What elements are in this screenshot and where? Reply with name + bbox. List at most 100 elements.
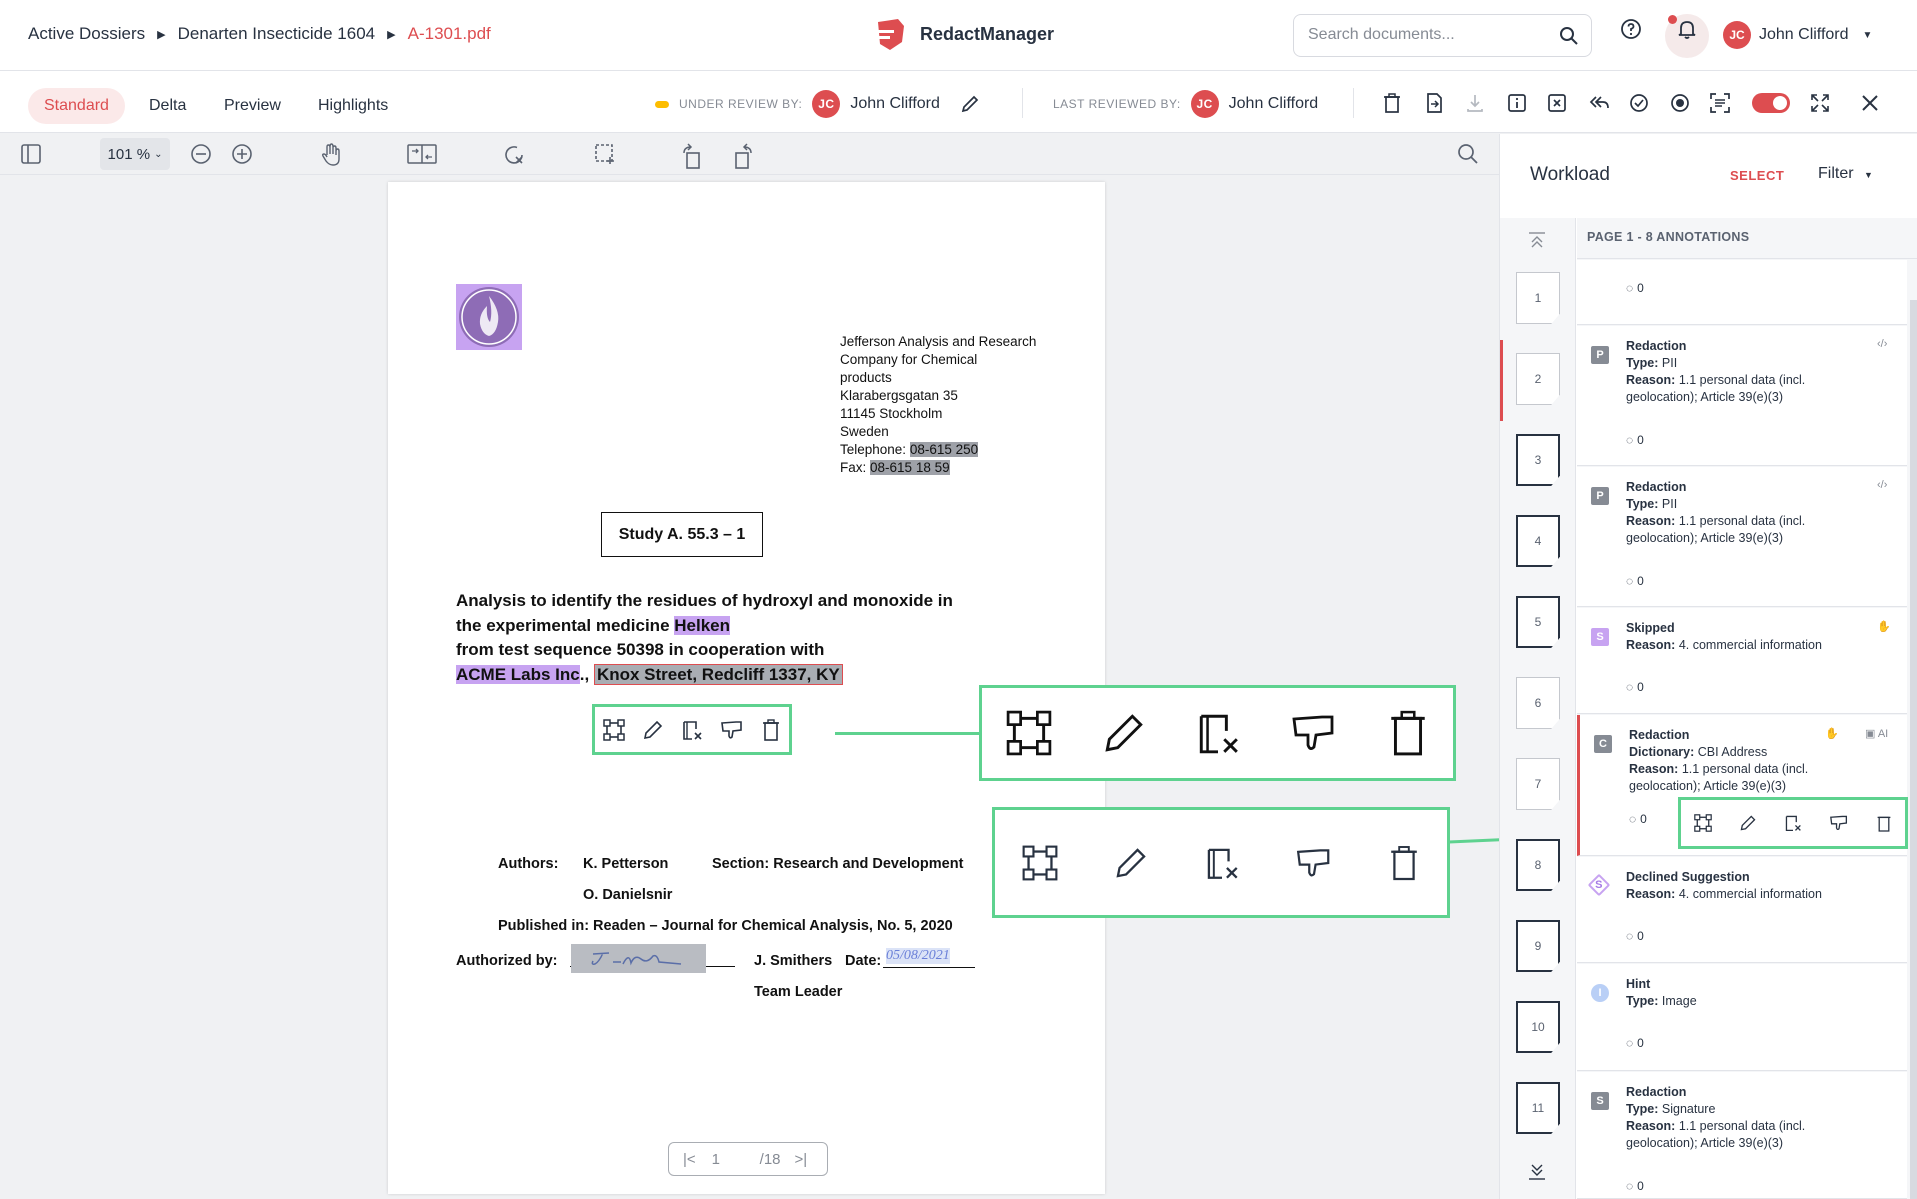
- rotate-right-icon[interactable]: [731, 143, 755, 169]
- delete-document-icon[interactable]: [1383, 93, 1401, 113]
- page-thumbnail[interactable]: 3: [1516, 434, 1560, 486]
- ocr-icon[interactable]: [1710, 93, 1730, 113]
- help-icon[interactable]: [1620, 18, 1642, 40]
- annotation-item[interactable]: ◌ 0: [1577, 260, 1907, 325]
- current-page-input[interactable]: 1: [712, 1151, 760, 1168]
- filter-dropdown[interactable]: Filter ▼: [1818, 165, 1873, 183]
- page-thumbnail[interactable]: 5: [1516, 596, 1560, 648]
- annotation-item[interactable]: P Redaction Type: PII Reason: 1.1 personal…: [1577, 467, 1907, 607]
- close-icon[interactable]: [1860, 93, 1880, 113]
- page-thumbnail[interactable]: 6: [1516, 677, 1560, 729]
- tab-standard[interactable]: Standard: [28, 88, 125, 124]
- code-icon[interactable]: ‹/›: [1877, 479, 1887, 491]
- false-positive-icon[interactable]: [1829, 814, 1849, 832]
- pan-tool-icon[interactable]: [320, 143, 342, 167]
- breadcrumb-dossier[interactable]: Denarten Insecticide 1604: [178, 24, 376, 44]
- zoom-select[interactable]: 101 % ⌄: [100, 138, 170, 170]
- comment-count[interactable]: ◌ 0: [1626, 433, 1644, 447]
- exclude-pages-icon[interactable]: [1547, 93, 1567, 113]
- hand-icon[interactable]: ✋: [1825, 727, 1839, 740]
- resize-icon[interactable]: [603, 718, 626, 741]
- fax-redaction[interactable]: 08-615 18 59: [870, 460, 950, 475]
- annotation-item[interactable]: S Skipped Reason: 4. commercial informati…: [1577, 608, 1907, 714]
- address-redaction-selected[interactable]: Knox Street, Redcliff 1337, KY: [593, 663, 843, 685]
- info-icon[interactable]: [1507, 93, 1527, 113]
- annotation-details: Declined Suggestion Reason: 4. commercial…: [1626, 870, 1822, 901]
- signature-redaction[interactable]: [571, 944, 706, 973]
- first-page-icon[interactable]: |<: [683, 1151, 696, 1168]
- comment-count[interactable]: ◌ 0: [1626, 1036, 1644, 1050]
- medicine-annotation[interactable]: Helken: [674, 615, 731, 635]
- page-thumbnail[interactable]: 10: [1516, 1001, 1560, 1053]
- sidebar-toggle-icon[interactable]: [20, 143, 42, 165]
- fullscreen-icon[interactable]: [1810, 93, 1830, 113]
- resize-icon[interactable]: [1694, 814, 1713, 832]
- remove-from-dictionary-icon[interactable]: [1784, 814, 1802, 832]
- comment-count[interactable]: ◌ 0: [1629, 812, 1647, 826]
- comment-count[interactable]: ◌ 0: [1626, 680, 1644, 694]
- bell-icon[interactable]: [1676, 18, 1698, 40]
- page-thumbnail[interactable]: 11: [1516, 1082, 1560, 1134]
- annotation-item[interactable]: S Declined Suggestion Reason: 4. commerci…: [1577, 857, 1907, 963]
- hand-icon[interactable]: ✋: [1877, 620, 1891, 633]
- approve-icon[interactable]: [1629, 93, 1649, 113]
- tab-highlights[interactable]: Highlights: [302, 88, 404, 124]
- page-thumbnail[interactable]: 7: [1516, 758, 1560, 810]
- select-button[interactable]: SELECT: [1730, 168, 1784, 183]
- edit-icon[interactable]: [642, 719, 664, 741]
- zoom-out-icon[interactable]: [190, 143, 212, 165]
- annotation-item[interactable]: I Hint Type: Image ◌ 0: [1577, 964, 1907, 1071]
- remove-from-dictionary-icon[interactable]: [681, 719, 703, 741]
- edit-icon[interactable]: [1739, 814, 1757, 832]
- record-icon[interactable]: [1670, 93, 1690, 113]
- compare-icon[interactable]: [407, 143, 437, 165]
- rotate-reset-icon[interactable]: [502, 143, 526, 167]
- annotation-type-badge: S: [1591, 628, 1609, 646]
- comment-count[interactable]: ◌ 0: [1626, 574, 1644, 588]
- breadcrumb-file[interactable]: A-1301.pdf: [408, 24, 491, 44]
- page-thumbnail[interactable]: 8: [1516, 839, 1560, 891]
- area-select-icon[interactable]: [594, 143, 616, 165]
- comment-count[interactable]: ◌ 0: [1626, 281, 1644, 295]
- search-box: [1293, 14, 1592, 57]
- page-thumbnail[interactable]: 4: [1516, 515, 1560, 567]
- tab-delta[interactable]: Delta: [133, 88, 202, 124]
- annotation-item[interactable]: P Redaction Type: PII Reason: 1.1 personal…: [1577, 326, 1907, 466]
- last-page-icon[interactable]: >|: [795, 1151, 808, 1168]
- pencil-icon[interactable]: [960, 94, 980, 114]
- download-icon[interactable]: [1466, 93, 1484, 113]
- annotation-type-badge: P: [1591, 346, 1609, 364]
- page-thumbnail[interactable]: 1: [1516, 272, 1560, 324]
- breadcrumb-active-dossiers[interactable]: Active Dossiers: [28, 24, 145, 44]
- false-positive-icon[interactable]: [720, 719, 744, 741]
- highlight-toggle[interactable]: [1752, 93, 1790, 113]
- panel-scrollbar[interactable]: [1910, 300, 1917, 1199]
- page-thumbnail[interactable]: 9: [1516, 920, 1560, 972]
- search-icon[interactable]: [1559, 26, 1579, 46]
- user-menu[interactable]: JC John Clifford ▼: [1723, 21, 1872, 49]
- rotate-left-icon[interactable]: [680, 143, 704, 169]
- search-icon[interactable]: [1457, 143, 1479, 165]
- comment-count[interactable]: ◌ 0: [1626, 1179, 1644, 1193]
- trash-icon[interactable]: [1876, 814, 1892, 832]
- scroll-top-icon[interactable]: [1528, 232, 1546, 248]
- logo-redaction[interactable]: [456, 284, 522, 350]
- telephone-redaction[interactable]: 08-615 250: [909, 442, 979, 457]
- chevron-down-icon: ⌄: [154, 148, 163, 160]
- scroll-bottom-icon[interactable]: [1528, 1164, 1546, 1180]
- undo-all-icon[interactable]: [1588, 93, 1610, 113]
- zoom-in-icon[interactable]: [231, 143, 253, 165]
- search-input[interactable]: [1308, 26, 1548, 44]
- tab-preview[interactable]: Preview: [208, 88, 297, 124]
- code-icon[interactable]: ‹/›: [1877, 338, 1887, 350]
- trash-icon[interactable]: [761, 718, 781, 741]
- status-dot: [655, 100, 669, 108]
- annotation-item[interactable]: S Redaction Type: Signature Reason: 1.1 pe…: [1577, 1072, 1907, 1199]
- date-annotation[interactable]: 05/08/2021: [886, 948, 950, 964]
- import-file-icon[interactable]: [1425, 93, 1443, 113]
- org-annotation[interactable]: ACME Labs Inc: [456, 664, 580, 684]
- page-thumbnail[interactable]: 2: [1516, 353, 1560, 405]
- brand: RedactManager: [872, 16, 1054, 52]
- comment-count[interactable]: ◌ 0: [1626, 929, 1644, 943]
- annotation-item-selected[interactable]: C Redaction Dictionary: CBI Address Reason…: [1577, 715, 1908, 856]
